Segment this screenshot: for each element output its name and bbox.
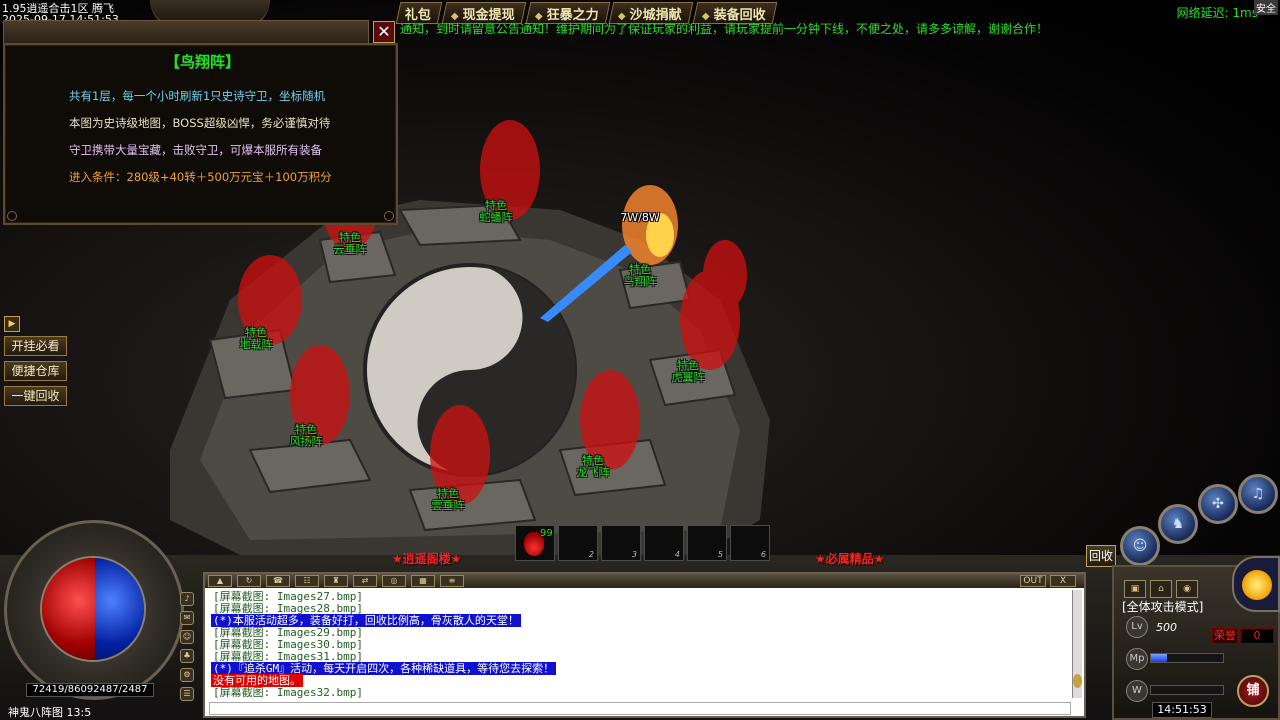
chat-toolbar: ▲ ↻ ☎ ☷ ♜ ⇄ ◎ ▦ ≡ OUT X <box>205 574 1084 588</box>
bag-icon[interactable]: ▣ <box>1124 580 1146 598</box>
attack-mode[interactable]: [全体攻击模式] <box>1122 598 1203 615</box>
chat-trade-icon[interactable]: ⇄ <box>353 575 377 587</box>
corner-ornament <box>7 211 17 221</box>
panel-entry-condition: 进入条件：280级+40转＋500万元宝＋100万积分 <box>69 170 332 184</box>
chat-line: [屏幕截图: Images32.bmp] <box>213 686 363 699</box>
belt-slot-1[interactable]: 99 <box>515 525 555 561</box>
mp-bar-fill <box>1151 654 1167 662</box>
level-icon: Lv <box>1126 616 1148 638</box>
info-panel-header[interactable] <box>3 20 369 44</box>
network-latency: 网络延迟: 1ms <box>1176 6 1258 20</box>
warehouse-button[interactable]: 便捷仓库 <box>4 361 67 381</box>
chat-channel-icon[interactable]: ✉ <box>180 611 194 625</box>
chat-grid-icon[interactable]: ▦ <box>411 575 435 587</box>
left-red-label[interactable]: ★逍遥阁楼★ <box>392 550 462 567</box>
mp-bar <box>1150 653 1224 663</box>
chat-line: (*)『追杀GM』活动，每天开启四次，各种稀缺道具，等待您去探索！ <box>211 662 557 675</box>
map-label-dragon[interactable]: 特色 龙飞阵 <box>563 455 623 479</box>
chat-whisper-icon[interactable]: ☎ <box>266 575 290 587</box>
shop-button[interactable]: 铺 <box>1237 675 1269 707</box>
panel-desc-1: 共有1层，每一个小时刷新1只史诗守卫，坐标随机 <box>69 89 326 103</box>
scroll-thumb[interactable] <box>1073 674 1082 688</box>
chat-channel-icon[interactable]: ☰ <box>180 687 194 701</box>
panel-desc-2: 本图为史诗级地图，BOSS超级凶悍，务必谨慎对待 <box>69 116 331 130</box>
sun-icon <box>1242 570 1272 600</box>
belt-slot-6[interactable]: 6 <box>730 525 770 561</box>
belt-slot-4[interactable]: 4 <box>644 525 684 561</box>
chat-scrollbar[interactable] <box>1072 590 1082 698</box>
map-label-bird[interactable]: 特色 鸟翔阵 <box>610 264 670 288</box>
chat-settings-icon[interactable]: ≡ <box>440 575 464 587</box>
map-location: 神鬼八阵图 13:5 <box>8 706 92 719</box>
sound-button[interactable]: ♫ <box>1238 474 1278 514</box>
map-label-earth[interactable]: 特色 地载阵 <box>226 327 286 351</box>
chat-up-icon[interactable]: ▲ <box>208 575 232 587</box>
belt-slot-5[interactable]: 5 <box>687 525 727 561</box>
panel-title: 【鸟翔阵】 <box>164 53 240 71</box>
close-button[interactable]: ✕ <box>373 21 395 43</box>
chat-channel-icon[interactable]: ☺ <box>180 630 194 644</box>
weight-gauge: W <box>1126 680 1226 702</box>
hp-orb <box>42 558 95 660</box>
mp-icon: Mp <box>1126 648 1148 670</box>
chat-window: ▲ ↻ ☎ ☷ ♜ ⇄ ◎ ▦ ≡ OUT X [屏幕截图: Images27.… <box>203 572 1086 718</box>
chat-close-button[interactable]: X <box>1050 575 1076 587</box>
potion-count: 99 <box>540 528 553 539</box>
chat-world-icon[interactable]: ◎ <box>382 575 406 587</box>
side-toggle-icon[interactable]: ▶ <box>4 316 20 332</box>
hp-mp-orb <box>40 556 146 662</box>
map-label-snake[interactable]: 特色 蛇蟠阵 <box>466 200 526 224</box>
belt-slot-2[interactable]: 2 <box>558 525 598 561</box>
chat-guild-icon[interactable]: ♜ <box>324 575 348 587</box>
map-info-panel: 【鸟翔阵】 共有1层，每一个小时刷新1只史诗守卫，坐标随机 本图为史诗级地图，B… <box>3 43 398 225</box>
skill-button[interactable]: ♞ <box>1158 504 1198 544</box>
chat-channel-icon[interactable]: ♪ <box>180 592 194 606</box>
right-red-label[interactable]: ★必属精品★ <box>815 550 885 567</box>
belt-slot-3[interactable]: 3 <box>601 525 641 561</box>
mp-gauge: Mp <box>1126 648 1226 670</box>
quick-belt: 99 2 3 4 5 6 <box>515 525 770 561</box>
level-value: 500 <box>1156 621 1177 634</box>
mp-orb <box>95 558 144 660</box>
hp-mp-values: 72419/86092487/2487 <box>26 683 154 697</box>
map-label-cloud[interactable]: 特色 云垂阵 <box>320 232 380 256</box>
panel-desc-3: 守卫携带大量宝藏，击败守卫，可爆本服所有装备 <box>69 143 322 157</box>
honor-value: 0 <box>1240 628 1274 644</box>
player-name: 7W/8W <box>620 211 660 224</box>
weight-bar <box>1150 685 1224 695</box>
corner-ornament <box>384 211 394 221</box>
scrolling-notice: 通知，到时请留意公告通知！维护期间为了保证玩家的利益，请玩家提前一分钟下线，不便… <box>400 22 1049 36</box>
game-clock: 14:51:53 <box>1152 702 1212 718</box>
map-label-cloud2[interactable]: 特色 雲垂阵 <box>418 488 478 512</box>
chat-group-icon[interactable]: ☷ <box>295 575 319 587</box>
map-label-tiger[interactable]: 特色 虎翼阵 <box>658 360 718 384</box>
lock-icon[interactable]: ⌂ <box>1150 580 1172 598</box>
chat-out-button[interactable]: OUT <box>1020 575 1046 587</box>
chat-input[interactable] <box>209 702 1071 715</box>
honor-label: 荣誉 <box>1212 628 1238 644</box>
chat-channel-icon[interactable]: ⚙ <box>180 668 194 682</box>
character-button[interactable]: ☺ <box>1120 526 1160 566</box>
team-button[interactable]: ✣ <box>1198 484 1238 524</box>
guide-button[interactable]: 开挂必看 <box>4 336 67 356</box>
map-icon[interactable]: ◉ <box>1176 580 1198 598</box>
map-label-wind[interactable]: 特色 风扬阵 <box>276 424 336 448</box>
quick-recycle-button[interactable]: 一键回收 <box>4 386 67 406</box>
day-night-indicator <box>1232 556 1280 612</box>
recycle-button[interactable]: 回收 <box>1086 545 1116 567</box>
chat-channel-icon[interactable]: ♣ <box>180 649 194 663</box>
chat-refresh-icon[interactable]: ↻ <box>237 575 261 587</box>
weight-icon: W <box>1126 680 1148 702</box>
chat-messages: [屏幕截图: Images27.bmp] [屏幕截图: Images28.bmp… <box>211 591 1071 699</box>
safe-zone-badge: 安全 <box>1254 0 1278 15</box>
